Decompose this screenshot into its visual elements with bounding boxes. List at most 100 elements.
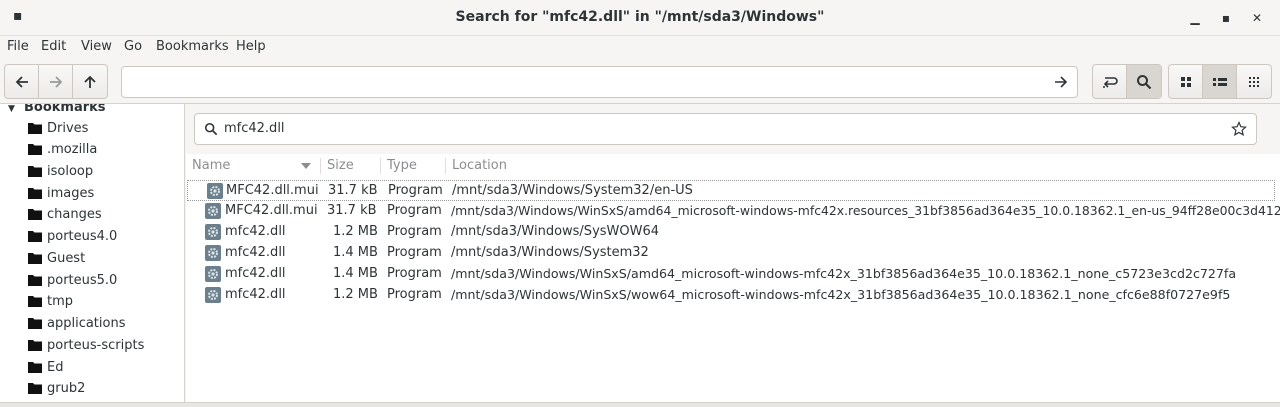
minimize-button[interactable]: ▁ [1187,10,1203,26]
table-row[interactable]: mfc42.dll 1.4 MB Program /mnt/sda3/Windo… [186,243,1280,264]
window-title: Search for "mfc42.dll" in "/mnt/sda3/Win… [455,9,825,25]
go-arrow-icon[interactable] [1053,74,1069,90]
sidebar: ▼ Bookmarks Drives .mozilla isoloop imag… [0,104,185,402]
compact-view-button[interactable] [1237,65,1271,98]
folder-icon [28,123,42,134]
cell-size: 31.7 kB [328,183,378,198]
table-row[interactable]: mfc42.dll 1.2 MB Program /mnt/sda3/Windo… [186,222,1280,243]
table-row[interactable]: MFC42.dll.mui 31.7 kB Program /mnt/sda3/… [186,201,1280,222]
back-button[interactable] [5,65,39,98]
table-row[interactable]: MFC42.dll.mui 31.7 kB Program /mnt/sda3/… [187,180,1275,201]
sidebar-item-tmp[interactable]: tmp [28,291,73,311]
sidebar-item-drives[interactable]: Drives [28,118,88,138]
view-button-group [1168,64,1272,99]
executable-gear-icon [205,224,221,240]
folder-icon [28,275,42,286]
cell-type: Program [388,183,443,198]
executable-gear-icon [205,266,221,282]
folder-icon [28,231,42,242]
collapse-triangle-icon[interactable]: ▼ [8,104,15,114]
folder-icon [28,253,42,264]
executable-gear-icon [207,183,223,199]
column-header-label: Type [387,158,417,173]
cell-location: /mnt/sda3/Windows/System32/en-US [452,183,693,198]
menu-go[interactable]: Go [124,39,142,54]
sidebar-item-label: porteus-scripts [47,337,145,353]
cell-location: /mnt/sda3/Windows/System32 [451,245,649,260]
sidebar-item-mozilla[interactable]: .mozilla [28,139,97,159]
search-toggle-button[interactable] [1127,65,1161,98]
table-row[interactable]: mfc42.dll 1.2 MB Program /mnt/sda3/Windo… [186,285,1280,306]
toolbar [0,58,1280,104]
sidebar-item-porteus5[interactable]: porteus5.0 [28,270,117,290]
sidebar-item-porteus4[interactable]: porteus4.0 [28,226,117,246]
star-icon[interactable] [1231,121,1247,137]
sidebar-item-label: images [47,185,95,201]
maximize-button[interactable]: ▪ [1218,10,1234,26]
reload-button[interactable] [1093,65,1127,98]
cell-location: /mnt/sda3/Windows/WinSxS/wow64_microsoft… [451,287,1231,302]
sidebar-item-images[interactable]: images [28,183,94,203]
sidebar-item-label: applications [47,315,126,331]
cell-type: Program [387,203,442,218]
sidebar-item-applications[interactable]: applications [28,313,125,333]
list-icon [1212,77,1227,86]
column-header-label: Name [192,158,231,173]
column-header-label: Size [327,158,354,173]
cell-type: Program [387,245,442,260]
sidebar-item-label: porteus4.0 [47,228,118,244]
folder-icon [28,318,42,329]
menu-edit[interactable]: Edit [41,39,66,54]
cell-type: Program [387,287,442,302]
arrow-up-icon [84,75,96,88]
search-input[interactable]: mfc42.dll [224,121,285,136]
sidebar-item-porteus-scripts[interactable]: porteus-scripts [28,335,144,355]
sidebar-item-changes[interactable]: changes [28,204,102,224]
search-icon [1137,74,1152,89]
sidebar-item-grub2[interactable]: grub2 [28,378,85,398]
nav-button-group [4,64,108,99]
menu-file[interactable]: File [7,39,29,54]
folder-icon [28,209,42,220]
sort-descending-icon [301,163,311,169]
close-button[interactable]: ✕ [1249,10,1265,26]
sidebar-item-label: tmp [47,293,74,309]
sidebar-item-isoloop[interactable]: isoloop [28,161,93,181]
column-header-name[interactable]: Name [186,154,320,178]
menu-bookmarks[interactable]: Bookmarks [156,39,229,54]
cell-name: mfc42.dll [225,224,286,239]
menu-help[interactable]: Help [236,39,266,54]
forward-button[interactable] [39,65,73,98]
cell-name: mfc42.dll [225,287,286,302]
sidebar-item-label: Drives [47,120,89,136]
arrow-left-icon [15,75,28,88]
folder-icon [28,383,42,394]
cell-location: /mnt/sda3/Windows/WinSxS/amd64_microsoft… [451,203,1280,218]
search-bar[interactable]: mfc42.dll [194,113,1257,145]
grid-small-icon [1249,76,1259,87]
cell-size: 31.7 kB [327,203,377,218]
location-bar[interactable] [121,66,1078,98]
cell-location: /mnt/sda3/Windows/WinSxS/amd64_microsoft… [451,266,1237,281]
column-header-type[interactable]: Type [381,154,445,178]
cell-size: 1.2 MB [333,287,378,302]
reload-icon [1102,76,1118,88]
cell-size: 1.2 MB [333,224,378,239]
cell-name: mfc42.dll [225,266,286,281]
folder-icon [28,166,42,177]
title-bar: ▪ Search for "mfc42.dll" in "/mnt/sda3/W… [0,0,1280,36]
sidebar-section-bookmarks[interactable]: Bookmarks [24,104,106,115]
sidebar-item-guest[interactable]: Guest [28,248,85,268]
column-header-size[interactable]: Size [321,154,380,178]
icon-view-button[interactable] [1169,65,1203,98]
cell-type: Program [387,224,442,239]
sidebar-item-ed[interactable]: Ed [28,357,63,377]
up-button[interactable] [73,65,107,98]
folder-icon [28,144,42,155]
folder-icon [28,340,42,351]
detailed-list-view-button[interactable] [1203,65,1237,98]
menu-view[interactable]: View [81,39,112,54]
table-row[interactable]: mfc42.dll 1.4 MB Program /mnt/sda3/Windo… [186,264,1280,285]
column-header-location[interactable]: Location [446,154,1280,178]
arrow-right-icon [49,75,62,88]
